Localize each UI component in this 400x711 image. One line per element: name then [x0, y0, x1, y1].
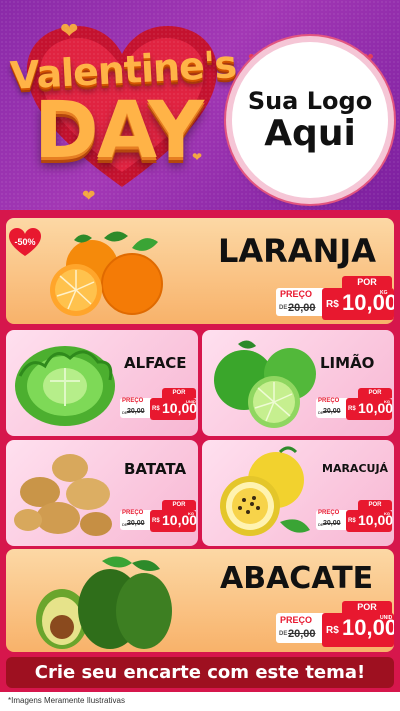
lettuce-image — [15, 346, 115, 426]
preco-label: PREÇO — [122, 510, 144, 516]
unit-label: KG — [188, 511, 194, 516]
currency-label: R$ — [326, 299, 339, 310]
price-tag: PREÇO DE 20,00 POR R$ 10,00 KG — [316, 388, 393, 422]
por-label: POR — [358, 500, 392, 510]
logo-text-line2: Aqui — [264, 113, 356, 154]
currency-label: R$ — [348, 518, 356, 524]
price-tag: PREÇO DE 20,00 POR R$ 10,00 UNID — [120, 388, 197, 422]
discount-text: -50% — [14, 237, 36, 247]
orange-image — [50, 231, 163, 316]
old-price: 20,00 — [323, 408, 341, 415]
product-name: BATATA — [124, 460, 187, 478]
product-card-alface[interactable]: ALFACE PREÇO DE 20,00 POR R$ 10,00 UNID — [6, 330, 198, 436]
footer: *Imagens Meramente Ilustrativas — [0, 692, 400, 711]
product-name: MARACUJÁ — [322, 462, 389, 475]
unit-label: UNID — [186, 399, 196, 404]
product-card-batata[interactable]: BATATA PREÇO DE 20,00 POR R$ 10,00 KG — [6, 440, 198, 546]
product-name: LIMÃO — [320, 354, 375, 372]
current-price: R$ 10,00 KG — [150, 510, 197, 532]
logo-text-line1: Sua Logo — [247, 87, 373, 115]
unit-label: UNID — [380, 615, 393, 621]
por-label: POR — [358, 388, 392, 398]
unit-label: KG — [384, 399, 390, 404]
unit-label: KG — [380, 290, 388, 296]
de-label: DE — [279, 631, 288, 637]
price-tag: PREÇO DE 20,00 POR R$ 10,00 KG — [316, 500, 393, 534]
currency-label: R$ — [152, 406, 160, 412]
price-tag: PREÇO DE 20,00 POR R$ 10,00 KG — [276, 276, 394, 320]
potato-image — [14, 454, 112, 536]
cta-banner[interactable]: Crie seu encarte com este tema! — [6, 657, 394, 688]
logo-placeholder[interactable]: Sua Logo Aqui — [232, 42, 388, 198]
product-card-limao[interactable]: LIMÃO PREÇO DE 20,00 POR R$ 10,00 KG — [202, 330, 394, 436]
preco-label: PREÇO — [280, 615, 313, 625]
old-price: 20,00 — [288, 628, 316, 640]
heart-icon: ❤ — [82, 188, 96, 205]
avocado-image — [36, 556, 172, 649]
por-label: POR — [342, 276, 392, 288]
unit-label: KG — [384, 511, 390, 516]
preco-label: PREÇO — [280, 289, 313, 299]
header-banner: ❤ ❤ ❤ Valentine's DAY Sua Logo Aqui ❤ ❤ … — [0, 0, 400, 210]
day-title: DAY — [34, 86, 204, 176]
product-name: ABACATE — [220, 561, 374, 596]
product-card-abacate[interactable]: ABACATE PREÇO DE 20,00 POR R$ 10,00 UNID — [6, 549, 394, 652]
preco-label: PREÇO — [122, 398, 144, 404]
currency-label: R$ — [152, 518, 160, 524]
price-tag: PREÇO DE 20,00 POR R$ 10,00 UNID — [276, 601, 394, 647]
old-price: 20,00 — [127, 520, 145, 527]
product-name: ALFACE — [124, 354, 187, 372]
disclaimer-text: *Imagens Meramente Ilustrativas — [8, 696, 125, 705]
product-name: LARANJA — [218, 232, 377, 270]
currency-label: R$ — [348, 406, 356, 412]
heart-icon: ❤ — [60, 18, 79, 43]
current-price: R$ 10,00 KG — [346, 510, 393, 532]
por-label: POR — [162, 388, 196, 398]
old-price: 20,00 — [288, 302, 316, 314]
de-label: DE — [279, 305, 288, 311]
current-price: R$ 10,00 KG — [322, 288, 394, 320]
current-price: R$ 10,00 UNID — [322, 613, 394, 647]
old-price: 20,00 — [127, 408, 145, 415]
passion-fruit-image — [220, 446, 310, 536]
product-card-maracuja[interactable]: MARACUJÁ PREÇO DE 20,00 POR R$ 10,00 KG — [202, 440, 394, 546]
por-label: POR — [162, 500, 196, 510]
discount-badge: -50% — [8, 227, 42, 257]
preco-label: PREÇO — [318, 510, 340, 516]
currency-label: R$ — [326, 625, 339, 636]
preco-label: PREÇO — [318, 398, 340, 404]
current-price: R$ 10,00 KG — [346, 398, 393, 420]
current-price: R$ 10,00 UNID — [150, 398, 197, 420]
old-price: 20,00 — [323, 520, 341, 527]
price-tag: PREÇO DE 20,00 POR R$ 10,00 KG — [120, 500, 197, 534]
product-card-laranja[interactable]: LARANJA PREÇO DE 20,00 POR R$ 10,00 KG — [6, 218, 394, 324]
lime-image — [214, 340, 316, 428]
por-label: POR — [342, 601, 392, 613]
